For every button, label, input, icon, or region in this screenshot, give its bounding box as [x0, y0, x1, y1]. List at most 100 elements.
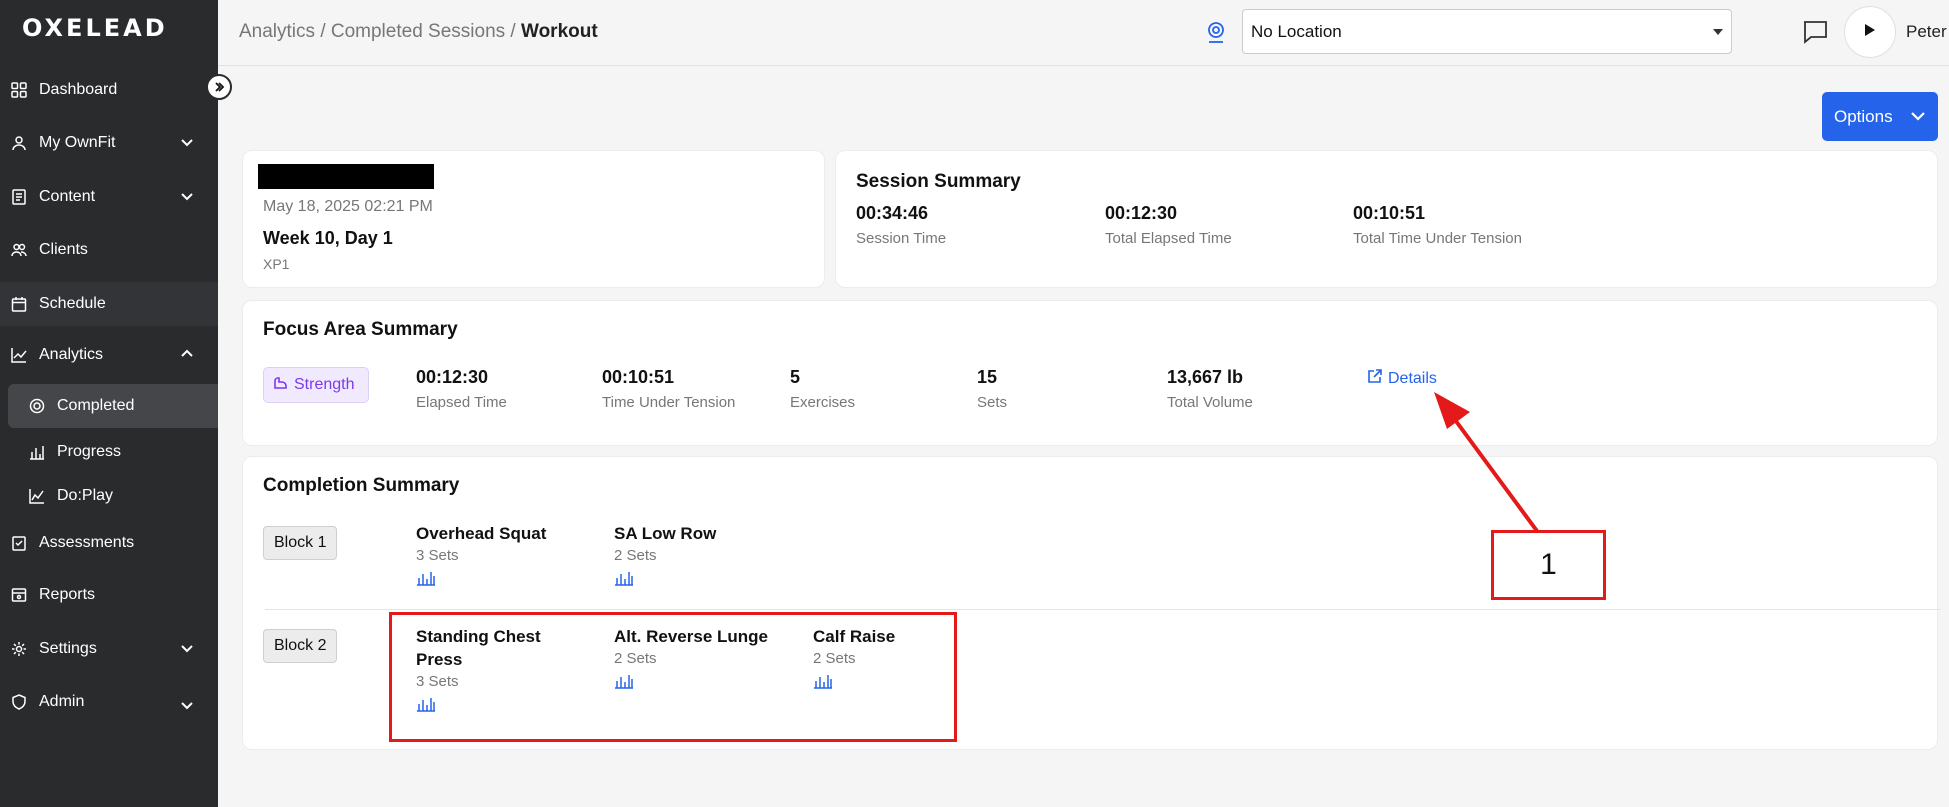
sidebar-item-label: Completed [57, 397, 135, 414]
exercise-name: SA Low Row [614, 524, 717, 543]
strength-badge-label: Strength [294, 376, 355, 393]
options-button[interactable]: Options [1822, 92, 1938, 141]
bar-chart-icon [28, 443, 46, 461]
session-date: May 18, 2025 02:21 PM [263, 198, 433, 215]
sidebar-item-dashboard[interactable]: Dashboard [0, 68, 218, 112]
session-info-card: May 18, 2025 02:21 PM Week 10, Day 1 XP1 [242, 150, 825, 288]
person-icon [10, 134, 28, 152]
sidebar-item-doplay[interactable]: Do:Play [0, 474, 218, 518]
people-icon [10, 241, 28, 259]
clipboard-icon [10, 534, 28, 552]
session-time-stat: 00:34:46 Session Time [856, 203, 946, 247]
chevron-down-icon [180, 641, 194, 660]
sidebar-item-label: Progress [57, 443, 122, 460]
elapsed-time-stat: 00:12:30 Elapsed Time [416, 367, 507, 411]
target-icon [28, 397, 46, 415]
breadcrumb: Analytics / Completed Sessions / Workout [239, 21, 598, 42]
stat-label: Total Volume [1167, 394, 1253, 411]
stat-value: 00:12:30 [416, 367, 489, 387]
sidebar-item-label: Reports [39, 586, 96, 603]
stat-label: Total Elapsed Time [1105, 230, 1232, 247]
focus-area-title: Focus Area Summary [263, 319, 458, 340]
sidebar-item-admin[interactable]: Admin [0, 680, 218, 724]
stat-label: Exercises [790, 394, 856, 411]
session-week: Week 10, Day 1 [263, 228, 393, 248]
sidebar-item-label: Dashboard [39, 81, 118, 98]
gear-icon [10, 640, 28, 658]
report-icon [10, 586, 28, 604]
stat-value: 00:10:51 [602, 367, 675, 387]
focus-area-card: Focus Area Summary Strength 00:12:30 Ela… [242, 300, 1938, 446]
stat-label: Time Under Tension [602, 394, 736, 411]
chevron-down-icon [180, 189, 194, 208]
session-summary-title: Session Summary [856, 171, 1021, 192]
chevron-down-icon [180, 698, 194, 717]
stat-label: Sets [977, 394, 1008, 411]
user-name[interactable]: Peter [1906, 22, 1947, 42]
sidebar-item-settings[interactable]: Settings [0, 627, 218, 671]
sidebar-item-analytics[interactable]: Analytics [0, 333, 218, 377]
external-link-icon [1367, 369, 1388, 389]
total-tut-stat: 00:10:51 Total Time Under Tension [1353, 203, 1522, 247]
chevron-up-icon [180, 347, 194, 366]
breadcrumb-current: Workout [520, 21, 598, 42]
redacted-name [258, 164, 434, 189]
completion-summary-title: Completion Summary [263, 475, 460, 496]
sidebar-item-label: Assessments [39, 534, 135, 551]
sidebar-item-my-ownfit[interactable]: My OwnFit [0, 121, 218, 165]
sidebar-collapse-button[interactable] [206, 74, 232, 100]
sidebar-item-label: Content [39, 188, 96, 205]
stat-label: Elapsed Time [416, 394, 507, 411]
options-label: Options [1834, 106, 1893, 126]
sidebar-item-label: Settings [39, 640, 97, 657]
sidebar-item-assessments[interactable]: Assessments [0, 521, 218, 565]
bar-chart-icon[interactable] [614, 568, 774, 591]
app-logo: OXELEAD [22, 14, 168, 42]
stat-value: 5 [790, 367, 801, 387]
sidebar-item-schedule[interactable]: Schedule [0, 282, 218, 326]
exercise-item: SA Low Row 2 Sets [614, 522, 774, 591]
chevron-down-icon [180, 135, 194, 154]
chart-icon [10, 346, 28, 364]
line-chart-icon [28, 487, 46, 505]
sidebar-item-completed[interactable]: Completed [8, 384, 218, 428]
stat-value: 00:34:46 [856, 203, 929, 223]
play-icon [1864, 23, 1876, 42]
stat-value: 00:10:51 [1353, 203, 1426, 223]
exercise-sets: 2 Sets [614, 547, 657, 564]
sets-stat: 15 Sets [977, 367, 1007, 411]
sidebar-item-content[interactable]: Content [0, 175, 218, 219]
annotation-arrow-icon [1434, 392, 1539, 533]
sidebar-item-label: Clients [39, 241, 88, 258]
exercise-name: Overhead Squat [416, 524, 547, 543]
sidebar-item-reports[interactable]: Reports [0, 573, 218, 617]
annotation-label: 1 [1491, 530, 1606, 600]
chat-icon[interactable] [1802, 19, 1828, 50]
sidebar: OXELEAD Dashboard My OwnFit Content Clie… [0, 0, 218, 807]
sidebar-item-label: Analytics [39, 346, 104, 363]
sidebar-item-label: Admin [39, 693, 85, 710]
dashboard-icon [10, 81, 28, 99]
dumbbell-icon [273, 375, 294, 395]
sidebar-item-clients[interactable]: Clients [0, 228, 218, 272]
sidebar-item-label: Schedule [39, 295, 106, 312]
stat-label: Total Time Under Tension [1353, 230, 1522, 247]
stat-value: 15 [977, 367, 998, 387]
location-pin-icon [1205, 20, 1227, 51]
sidebar-item-progress[interactable]: Progress [0, 430, 218, 474]
total-volume-stat: 13,667 lb Total Volume [1167, 367, 1253, 411]
block-1-chip: Block 1 [263, 526, 338, 560]
stat-value: 13,667 lb [1167, 367, 1244, 387]
strength-badge: Strength [263, 367, 369, 403]
play-button[interactable] [1844, 6, 1896, 58]
breadcrumb-completed-sessions[interactable]: Completed Sessions [331, 21, 505, 42]
dropdown-caret-icon [1713, 29, 1723, 35]
location-select-value: No Location [1251, 22, 1342, 41]
top-bar: Analytics / Completed Sessions / Workout… [218, 0, 1949, 66]
bar-chart-icon[interactable] [416, 568, 576, 591]
stat-value: 00:12:30 [1105, 203, 1178, 223]
stat-label: Session Time [856, 230, 947, 247]
breadcrumb-analytics[interactable]: Analytics [239, 21, 315, 42]
block-divider [265, 609, 1941, 610]
location-select[interactable]: No Location [1242, 9, 1732, 54]
